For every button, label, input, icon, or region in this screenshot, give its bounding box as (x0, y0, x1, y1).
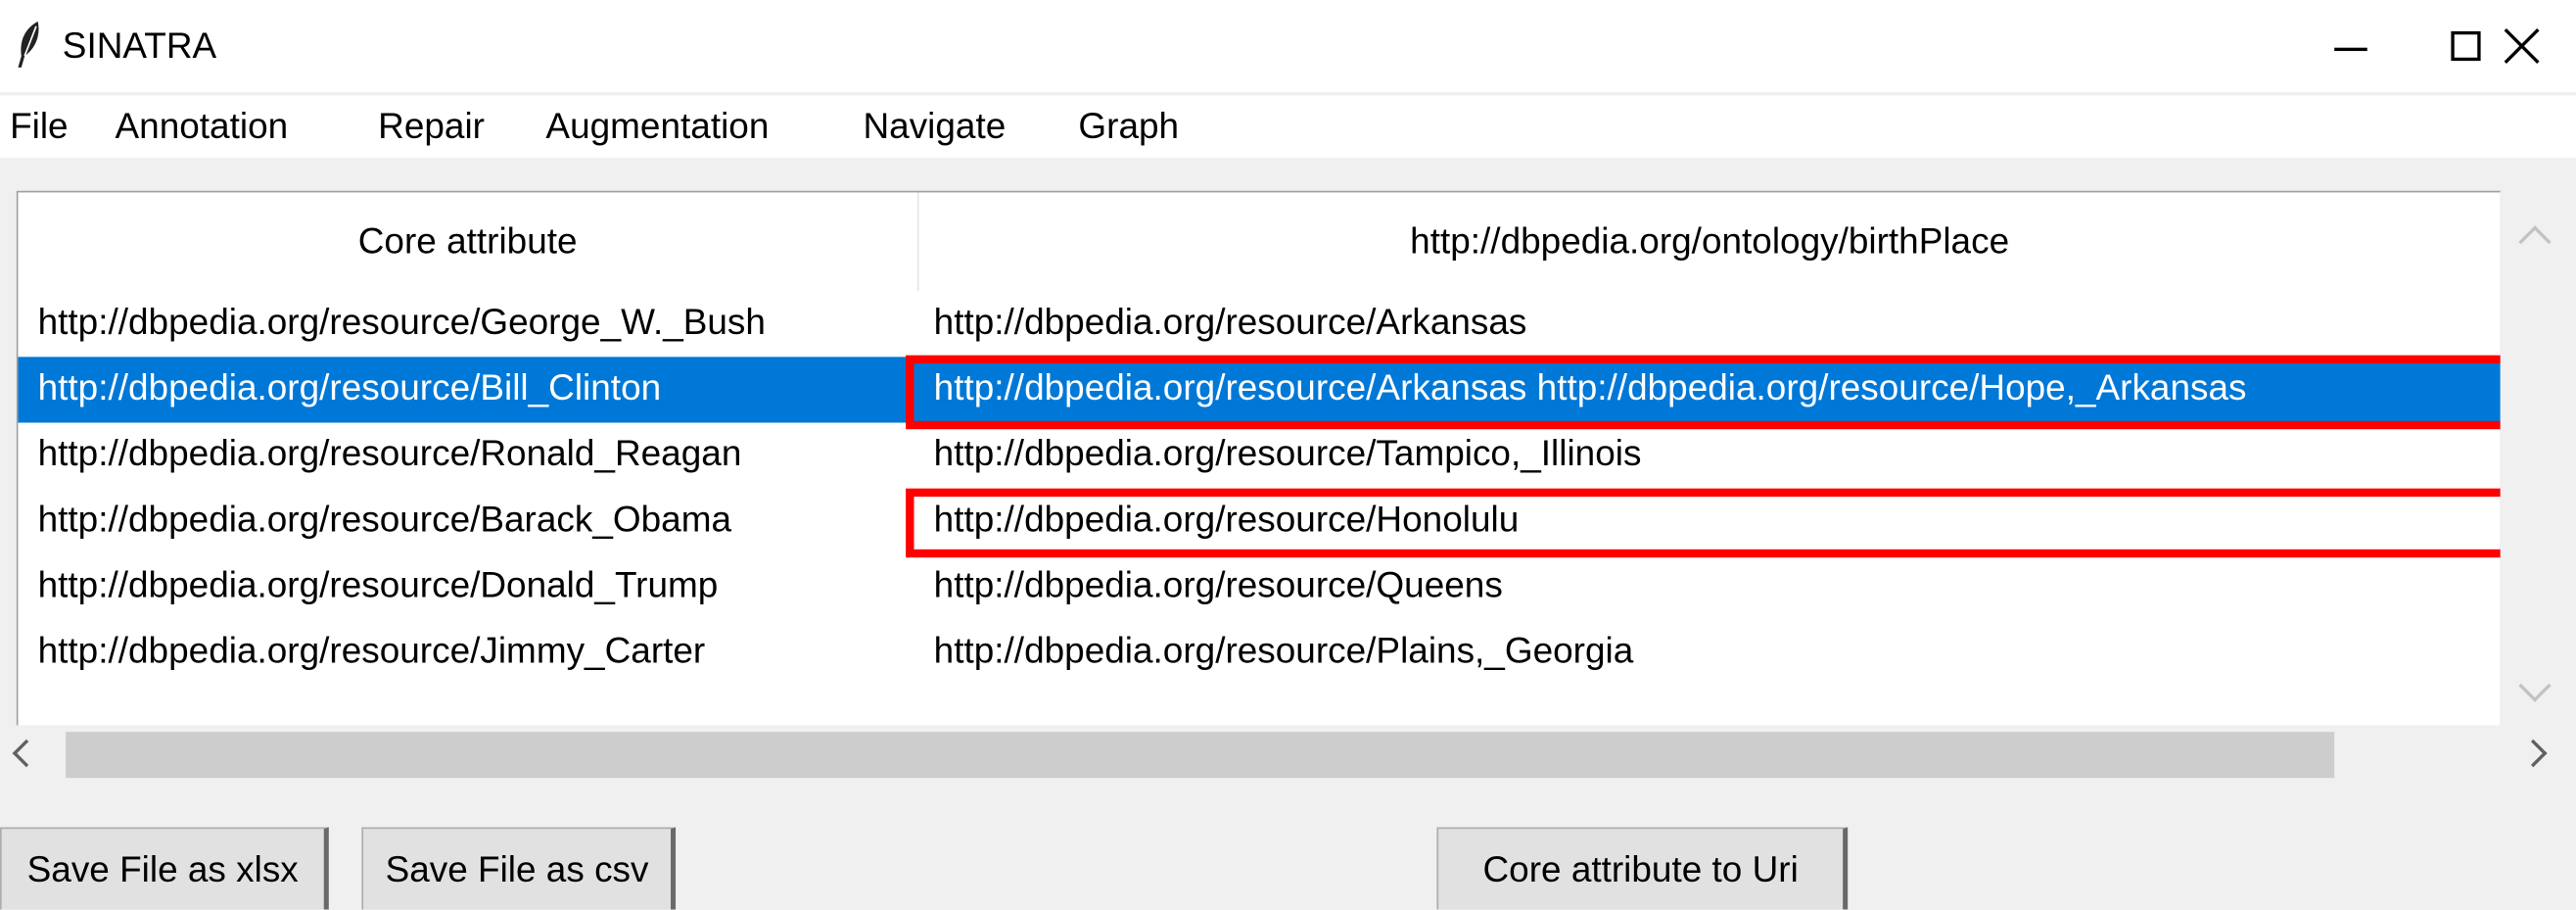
save-xlsx-button[interactable]: Save File as xlsx (0, 827, 329, 910)
menu-graph[interactable]: Graph (1078, 105, 1179, 148)
menu-augmentation[interactable]: Augmentation (545, 105, 769, 148)
highlight-box-multivalue (906, 355, 2501, 430)
menu-file[interactable]: File (10, 105, 69, 148)
cell-core-attribute: http://dbpedia.org/resource/Bill_Clinton (37, 366, 662, 408)
save-csv-button[interactable]: Save File as csv (361, 827, 677, 910)
table-row[interactable]: http://dbpedia.org/resource/Jimmy_Carter… (18, 620, 2500, 686)
cell-core-attribute: http://dbpedia.org/resource/George_W._Bu… (37, 301, 766, 343)
cell-core-attribute: http://dbpedia.org/resource/Donald_Trump (37, 563, 719, 605)
close-button[interactable] (2466, 0, 2576, 92)
menu-navigate[interactable]: Navigate (863, 105, 1006, 148)
cell-birthplace: http://dbpedia.org/resource/Tampico,_Ill… (933, 432, 1642, 474)
close-icon (2503, 28, 2539, 64)
window-title: SINATRA (62, 24, 217, 67)
menu-bar: File Annotation Repair Augmentation Navi… (0, 95, 2576, 165)
cell-core-attribute: http://dbpedia.org/resource/Barack_Obama (37, 498, 732, 540)
scroll-right-icon[interactable] (2519, 739, 2548, 768)
cell-core-attribute: http://dbpedia.org/resource/Jimmy_Carter (37, 630, 706, 672)
scroll-down-icon[interactable] (2518, 669, 2552, 702)
column-header-core-attribute[interactable]: Core attribute (18, 192, 917, 292)
table-row[interactable]: http://dbpedia.org/resource/Ronald_Reaga… (18, 423, 2500, 489)
table-row[interactable]: http://dbpedia.org/resource/Donald_Trump… (18, 554, 2500, 620)
horizontal-scrollbar[interactable] (0, 725, 2576, 785)
vertical-scrollbar[interactable] (2500, 190, 2576, 729)
cell-birthplace: http://dbpedia.org/resource/Queens (933, 563, 1503, 605)
cell-core-attribute: http://dbpedia.org/resource/Ronald_Reaga… (37, 432, 742, 474)
horizontal-scroll-thumb[interactable] (66, 732, 2335, 779)
cell-birthplace: http://dbpedia.org/resource/Plains,_Geor… (933, 630, 1634, 672)
scroll-up-icon[interactable] (2518, 225, 2552, 259)
feather-icon (18, 21, 39, 68)
scroll-left-icon[interactable] (12, 739, 41, 768)
table-row[interactable]: http://dbpedia.org/resource/George_W._Bu… (18, 291, 2500, 357)
highlight-box-honolulu (906, 488, 2501, 558)
cell-birthplace: http://dbpedia.org/resource/Arkansas (933, 301, 1527, 343)
core-attribute-to-uri-button[interactable]: Core attribute to Uri (1436, 827, 1849, 910)
menu-repair[interactable]: Repair (378, 105, 485, 148)
data-table[interactable]: Core attribute http://dbpedia.org/ontolo… (16, 190, 2503, 733)
title-bar: SINATRA (0, 0, 2576, 93)
column-header-birthplace[interactable]: http://dbpedia.org/ontology/birthPlace (918, 192, 2501, 292)
minimize-button[interactable] (2293, 0, 2409, 92)
minimize-icon (2334, 47, 2367, 52)
menu-annotation[interactable]: Annotation (116, 105, 289, 148)
